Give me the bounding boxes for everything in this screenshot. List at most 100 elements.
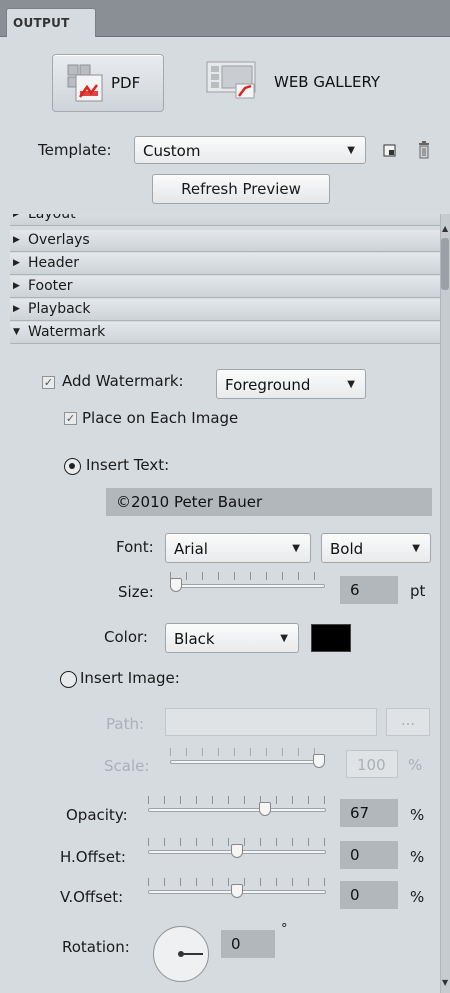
browse-button[interactable]: ...	[386, 708, 430, 736]
hoffset-label: H.Offset:	[60, 848, 126, 866]
scroll-down-arrow-icon[interactable]: ▼	[442, 978, 448, 987]
save-template-icon[interactable]	[383, 144, 397, 158]
rotation-input[interactable]: 0	[221, 930, 275, 958]
pdf-button[interactable]: PDF	[52, 54, 164, 112]
trash-icon[interactable]	[418, 141, 430, 159]
slider-thumb[interactable]	[170, 578, 182, 592]
rotation-unit: °	[281, 922, 288, 937]
chevron-down-icon: ▼	[347, 145, 355, 156]
template-select[interactable]: Custom ▼	[134, 136, 366, 164]
tab-output-label: OUTPUT	[13, 16, 70, 30]
color-label: Color:	[104, 628, 148, 646]
slider-ticks	[148, 796, 326, 804]
color-select[interactable]: Black ▼	[165, 623, 299, 653]
font-value: Arial	[174, 540, 208, 558]
slider-thumb[interactable]	[313, 754, 325, 768]
hoffset-slider[interactable]	[148, 838, 326, 858]
section-watermark-label: Watermark	[28, 324, 106, 340]
font-style-value: Bold	[330, 540, 364, 558]
rotation-label: Rotation:	[62, 938, 130, 956]
rotation-dial-indicator	[181, 953, 203, 955]
voffset-label: V.Offset:	[60, 888, 124, 906]
insert-text-label: Insert Text:	[86, 456, 170, 474]
watermark-position-select[interactable]: Foreground ▼	[216, 369, 366, 399]
rotation-dial[interactable]	[153, 926, 209, 982]
scale-unit: %	[408, 756, 423, 774]
path-label: Path:	[106, 715, 145, 733]
hoffset-unit: %	[410, 848, 425, 866]
size-unit: pt	[410, 582, 426, 600]
insert-text-radio[interactable]	[64, 458, 81, 475]
section-playback[interactable]: ▶ Playback	[10, 299, 440, 321]
opacity-slider[interactable]	[148, 796, 326, 816]
template-value: Custom	[143, 142, 201, 160]
section-layout-label: Layout	[28, 214, 76, 222]
section-overlays-label: Overlays	[28, 232, 90, 248]
scale-input[interactable]: 100	[346, 750, 398, 778]
section-header[interactable]: ▶ Header	[10, 253, 440, 275]
section-footer-label: Footer	[28, 278, 73, 294]
slider-ticks	[170, 572, 325, 580]
section-layout[interactable]: ▶ Layout	[10, 214, 440, 226]
hoffset-input[interactable]: 0	[340, 841, 398, 869]
section-playback-label: Playback	[28, 301, 91, 317]
scrollbar-thumb[interactable]	[441, 238, 449, 290]
insert-image-label: Insert Image:	[80, 669, 180, 687]
section-layout-clipped[interactable]: ▶ Layout	[10, 214, 440, 226]
scroll-up-arrow-icon[interactable]: ▲	[442, 224, 448, 233]
opacity-unit: %	[410, 806, 425, 824]
slider-rail	[148, 808, 326, 812]
web-gallery-label: WEB GALLERY	[274, 73, 381, 91]
voffset-slider[interactable]	[148, 878, 326, 898]
path-input[interactable]	[165, 708, 377, 736]
place-each-image-label: Place on Each Image	[82, 409, 239, 427]
slider-rail	[170, 584, 325, 588]
tab-output[interactable]: OUTPUT	[6, 8, 96, 37]
section-watermark[interactable]: ▼ Watermark	[10, 322, 440, 344]
slider-rail	[170, 760, 325, 764]
section-overlays[interactable]: ▶ Overlays	[10, 230, 440, 252]
refresh-preview-button[interactable]: Refresh Preview	[152, 174, 330, 204]
place-each-image-checkbox[interactable]: ✓	[64, 412, 77, 425]
watermark-position-value: Foreground	[225, 376, 311, 394]
chevron-down-icon: ▼	[280, 633, 288, 644]
slider-thumb[interactable]	[259, 802, 271, 816]
scrollbar[interactable]	[440, 214, 450, 993]
chevron-down-icon: ▼	[412, 543, 420, 554]
section-header-label: Header	[28, 255, 79, 271]
slider-thumb[interactable]	[231, 844, 243, 858]
slider-thumb[interactable]	[231, 884, 243, 898]
opacity-input[interactable]: 67	[340, 799, 398, 827]
color-value: Black	[174, 630, 215, 648]
chevron-down-icon: ▼	[292, 543, 300, 554]
add-watermark-checkbox[interactable]: ✓	[42, 376, 55, 389]
disclosure-triangle-icon: ▶	[13, 214, 20, 219]
slider-ticks	[170, 748, 325, 756]
pdf-label: PDF	[111, 74, 141, 92]
pdf-icon	[67, 64, 103, 102]
scale-slider[interactable]	[170, 748, 325, 768]
disclosure-triangle-icon: ▶	[13, 304, 20, 314]
scale-label: Scale:	[104, 757, 150, 775]
rotation-dial-center	[178, 951, 184, 957]
disclosure-triangle-icon: ▶	[13, 258, 20, 268]
web-gallery-icon	[206, 61, 256, 99]
watermark-text-input[interactable]: ©2010 Peter Bauer	[106, 488, 432, 516]
voffset-unit: %	[410, 888, 425, 906]
font-select[interactable]: Arial ▼	[165, 533, 311, 563]
web-gallery-button[interactable]: WEB GALLERY	[198, 54, 410, 110]
voffset-input[interactable]: 0	[340, 881, 398, 909]
font-style-select[interactable]: Bold ▼	[321, 533, 431, 563]
insert-image-radio[interactable]	[60, 671, 77, 688]
template-label: Template:	[38, 141, 112, 159]
disclosure-triangle-icon: ▼	[13, 327, 20, 337]
opacity-label: Opacity:	[66, 806, 128, 824]
color-swatch[interactable]	[311, 624, 351, 652]
section-footer[interactable]: ▶ Footer	[10, 276, 440, 298]
font-label: Font:	[116, 538, 154, 556]
size-slider[interactable]	[170, 572, 325, 592]
disclosure-triangle-icon: ▶	[13, 235, 20, 245]
size-label: Size:	[118, 583, 154, 601]
size-input[interactable]: 6	[340, 576, 398, 604]
add-watermark-label: Add Watermark:	[62, 372, 184, 390]
